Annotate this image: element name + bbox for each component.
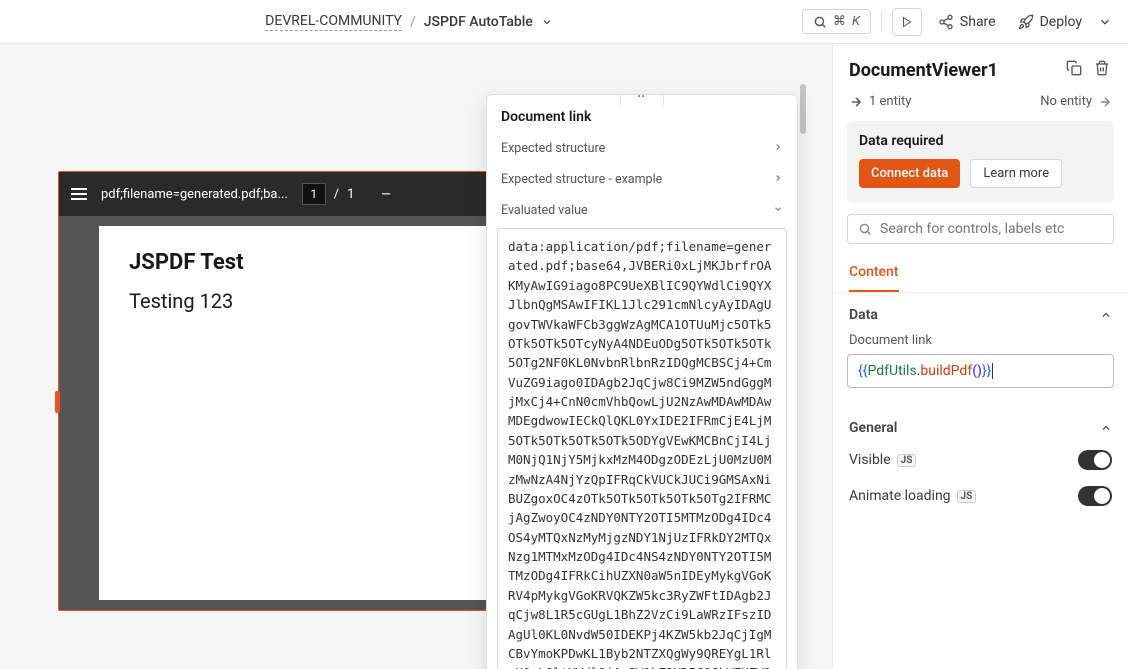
visible-toggle[interactable]	[1078, 450, 1112, 470]
js-badge[interactable]: JS	[897, 454, 917, 467]
breadcrumb-org[interactable]: DEVREL-COMMUNITY	[265, 13, 402, 31]
trash-icon	[1094, 60, 1110, 76]
drag-handle-icon[interactable]: ⠿	[620, 94, 664, 105]
row-label: Expected structure	[501, 141, 605, 156]
chevron-down-icon[interactable]	[541, 16, 553, 28]
canvas[interactable]: pdf;filename=generated.pdf;ba... 1 / 1 −…	[0, 44, 833, 669]
pdf-page-indicator: 1 / 1	[302, 183, 355, 205]
evaluated-value-content[interactable]: data:application/pdf;filename=generated.…	[497, 228, 787, 669]
learn-more-button[interactable]: Learn more	[970, 159, 1062, 188]
breadcrumb: DEVREL-COMMUNITY / JSPDF AutoTable	[16, 13, 802, 31]
chevron-right-icon	[773, 172, 783, 187]
arrow-right-icon	[849, 95, 863, 109]
hamburger-icon[interactable]	[71, 188, 87, 200]
evaluated-value-row[interactable]: Evaluated value	[487, 195, 797, 226]
document-link-input[interactable]: {{PdfUtils.buildPdf()}}	[847, 354, 1114, 388]
copy-button[interactable]	[1064, 58, 1084, 82]
visible-label: Visible	[849, 452, 891, 468]
code-object: PdfUtils	[867, 363, 916, 379]
entity-count: 1 entity	[869, 94, 911, 109]
copy-icon	[1066, 60, 1082, 76]
current-page-input[interactable]: 1	[302, 183, 326, 205]
chevron-down-icon	[773, 203, 783, 218]
shortcut-label: ⌘	[833, 14, 846, 29]
shortcut-label: K	[852, 14, 860, 29]
section-data-label: Data	[849, 307, 878, 323]
code-mustache-close: }}	[982, 363, 991, 379]
share-button[interactable]: Share	[932, 10, 1002, 34]
row-label: Expected structure - example	[501, 172, 662, 187]
share-label: Share	[960, 14, 996, 30]
document-link-label: Document link	[833, 329, 1128, 354]
breadcrumb-app[interactable]: JSPDF AutoTable	[424, 14, 533, 30]
no-entity-label: No entity	[1040, 94, 1092, 109]
play-icon	[901, 16, 913, 28]
section-data[interactable]: Data	[833, 293, 1128, 329]
arrow-right-icon	[1098, 95, 1112, 109]
zoom-out-icon[interactable]: −	[380, 182, 391, 206]
evaluated-value-popover: ⠿ Document link Expected structure Expec…	[486, 94, 798, 669]
resize-handle[interactable]	[55, 391, 60, 413]
expected-structure-row[interactable]: Expected structure	[487, 133, 797, 164]
data-required-title: Data required	[859, 133, 1102, 149]
pdf-filename: pdf;filename=generated.pdf;ba...	[101, 187, 288, 202]
deploy-button[interactable]: Deploy	[1012, 10, 1088, 34]
property-tabs: Content	[833, 254, 1128, 293]
rocket-icon	[1018, 14, 1034, 30]
total-pages: 1	[347, 187, 354, 202]
section-general-label: General	[849, 420, 897, 436]
controls-search-input[interactable]	[847, 214, 1114, 244]
row-label: Evaluated value	[501, 203, 588, 218]
popover-title: Document link	[487, 105, 797, 133]
chevron-up-icon	[1100, 422, 1112, 434]
widget-name[interactable]: DocumentViewer1	[849, 60, 1056, 81]
js-badge[interactable]: JS	[957, 490, 977, 503]
data-required-card: Data required Connect data Learn more	[847, 121, 1114, 202]
run-button[interactable]	[892, 8, 922, 36]
section-general[interactable]: General	[833, 406, 1128, 442]
entity-link[interactable]: 1 entity	[849, 94, 911, 109]
code-function: buildPdf	[920, 363, 972, 379]
breadcrumb-separator: /	[410, 14, 416, 30]
animate-loading-toggle[interactable]	[1078, 486, 1112, 506]
delete-button[interactable]	[1092, 58, 1112, 82]
expected-structure-example-row[interactable]: Expected structure - example	[487, 164, 797, 195]
tab-content[interactable]: Content	[849, 258, 899, 292]
deploy-label: Deploy	[1040, 14, 1082, 30]
properties-panel: DocumentViewer1 1 entity No entity Data …	[833, 44, 1128, 669]
animate-loading-label: Animate loading	[849, 488, 951, 504]
chevron-down-icon[interactable]	[1098, 15, 1112, 29]
search-icon	[813, 15, 827, 29]
connect-data-button[interactable]: Connect data	[859, 159, 960, 188]
chevron-up-icon	[1100, 309, 1112, 321]
divider	[881, 12, 882, 32]
scrollbar[interactable]	[800, 84, 806, 134]
share-icon	[938, 14, 954, 30]
omnibar-search-button[interactable]: ⌘ K	[802, 9, 871, 34]
no-entity-link[interactable]: No entity	[1040, 94, 1112, 109]
code-parens: ()	[972, 363, 982, 379]
controls-search-field[interactable]	[880, 221, 1103, 237]
search-icon	[858, 222, 872, 236]
chevron-right-icon	[773, 141, 783, 156]
